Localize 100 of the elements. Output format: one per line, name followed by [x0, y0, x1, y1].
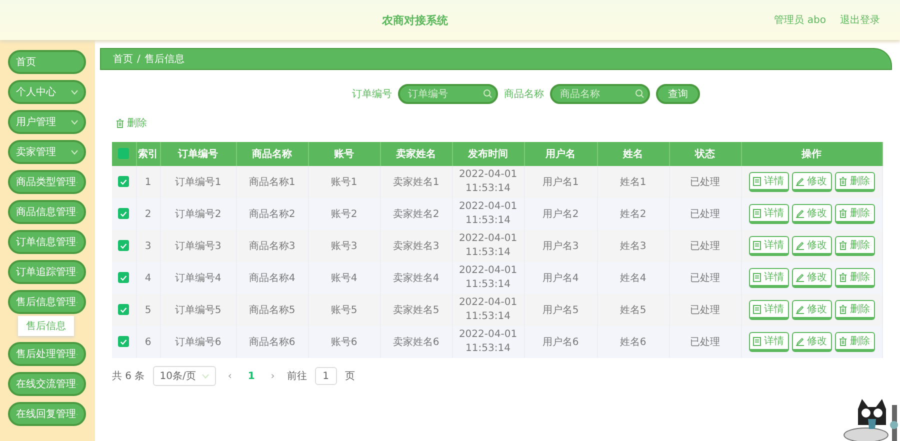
sidebar-menu-item[interactable]: 在线交流管理 — [8, 372, 86, 396]
sidebar-menu-item[interactable]: 售后信息管理 — [8, 290, 86, 314]
edit-button[interactable]: 修改 — [792, 300, 832, 320]
sidebar-menu-item[interactable]: 商品信息管理 — [8, 200, 86, 224]
pencil-icon — [796, 304, 804, 314]
detail-button[interactable]: 详情 — [748, 204, 788, 224]
chevron-down-icon — [202, 374, 209, 378]
breadcrumb-item: 首页 — [113, 53, 133, 66]
search-field[interactable]: 订单编号 — [398, 84, 498, 104]
app-title: 农商对接系统 — [381, 12, 450, 28]
column-header: 姓名 — [597, 142, 669, 166]
table-cell: 2022-04-01 11:53:14 — [452, 198, 524, 230]
delete-button[interactable]: 删除 — [834, 332, 874, 352]
row-checkbox[interactable] — [118, 240, 130, 252]
query-button[interactable]: 查询 — [656, 84, 700, 104]
prev-page-button[interactable]: ‹ — [224, 370, 236, 382]
sidebar-menu-item[interactable]: 在线回复管理 — [8, 402, 86, 426]
document-icon — [753, 176, 761, 186]
delete-button[interactable]: 删除 — [834, 300, 874, 320]
page-number[interactable]: 1 — [244, 370, 259, 382]
sidebar-menu-item[interactable]: 个人中心 — [8, 80, 86, 104]
table-cell: 用户名4 — [524, 262, 597, 294]
delete-button[interactable]: 删除 — [834, 268, 874, 288]
trash-icon — [839, 272, 847, 282]
column-header: 索引 — [136, 142, 160, 166]
edit-button[interactable]: 修改 — [792, 268, 832, 288]
table-cell: 6 — [136, 326, 160, 358]
table-cell: 商品名称3 — [236, 230, 308, 262]
document-icon — [753, 336, 761, 346]
column-header: 操作 — [741, 142, 882, 166]
chevron-down-icon — [71, 90, 78, 94]
goto-page-field[interactable]: 1 — [314, 367, 337, 385]
goto-label: 前往 — [286, 370, 307, 383]
trash-icon — [839, 208, 847, 218]
row-checkbox[interactable] — [118, 304, 130, 316]
delete-button[interactable]: 删除 — [834, 172, 874, 192]
table-cell: 姓名2 — [597, 198, 669, 230]
column-header: 状态 — [669, 142, 741, 166]
table-cell: 姓名6 — [597, 326, 669, 358]
detail-button[interactable]: 详情 — [748, 172, 788, 192]
table-cell: 商品名称4 — [236, 262, 308, 294]
table-cell: 已处理 — [669, 166, 741, 198]
table-cell: 订单编号1 — [160, 166, 236, 198]
edit-button[interactable]: 修改 — [792, 236, 832, 256]
table-cell: 订单编号3 — [160, 230, 236, 262]
table-cell: 2022-04-01 11:53:14 — [452, 326, 524, 358]
table-cell: 用户名6 — [524, 326, 597, 358]
table-cell: 卖家姓名5 — [380, 294, 452, 326]
delete-button[interactable]: 删除 — [834, 204, 874, 224]
total-count: 共 6 条 — [112, 370, 145, 383]
table-cell: 姓名1 — [597, 166, 669, 198]
page-size-select[interactable]: 10条/页 — [152, 366, 216, 386]
next-page-button[interactable]: › — [266, 370, 279, 382]
table-cell: 2022-04-01 11:53:14 — [452, 230, 524, 262]
sidebar-menu-item[interactable]: 订单信息管理 — [8, 230, 86, 254]
row-checkbox[interactable] — [118, 336, 130, 348]
sidebar-menu-item[interactable]: 卖家管理 — [8, 140, 86, 164]
sidebar-menu-item[interactable]: 用户管理 — [8, 110, 86, 134]
document-icon — [753, 240, 761, 250]
chevron-down-icon — [71, 150, 78, 154]
pencil-icon — [796, 240, 804, 250]
select-all-checkbox[interactable] — [118, 148, 130, 160]
sidebar-menu-item[interactable]: 订单追踪管理 — [8, 260, 86, 284]
breadcrumb-item: 售后信息 — [144, 52, 184, 66]
row-checkbox[interactable] — [118, 272, 130, 284]
table-cell: 商品名称1 — [236, 166, 308, 198]
row-checkbox[interactable] — [118, 208, 130, 220]
table-cell: 2022-04-01 11:53:14 — [452, 262, 524, 294]
search-field[interactable]: 商品名称 — [550, 84, 650, 104]
table-cell: 订单编号5 — [160, 294, 236, 326]
delete-button[interactable]: 删除 — [834, 236, 874, 256]
detail-button[interactable]: 详情 — [748, 300, 788, 320]
row-checkbox[interactable] — [118, 176, 130, 188]
detail-button[interactable]: 详情 — [748, 268, 788, 288]
sidebar-menu-item[interactable]: 商品类型管理 — [8, 170, 86, 194]
column-header: 订单编号 — [160, 142, 236, 166]
trash-icon — [839, 176, 847, 186]
document-icon — [753, 272, 761, 282]
table-cell: 5 — [136, 294, 160, 326]
edit-button[interactable]: 修改 — [792, 332, 832, 352]
table-cell: 2022-04-01 11:53:14 — [452, 166, 524, 198]
table-cell: 已处理 — [669, 326, 741, 358]
edit-button[interactable]: 修改 — [792, 172, 832, 192]
table-cell: 用户名5 — [524, 294, 597, 326]
logout-link[interactable]: 退出登录 — [840, 13, 880, 27]
table-cell: 商品名称2 — [236, 198, 308, 230]
detail-button[interactable]: 详情 — [748, 332, 788, 352]
trash-icon — [839, 240, 847, 250]
table-cell: 账号3 — [308, 230, 380, 262]
detail-button[interactable]: 详情 — [748, 236, 788, 256]
pencil-icon — [796, 208, 804, 218]
delete-link[interactable]: 删除 — [116, 116, 147, 130]
sidebar-submenu-item[interactable]: 售后信息 — [18, 316, 74, 336]
sidebar-menu-item[interactable]: 首页 — [8, 50, 86, 74]
edit-button[interactable]: 修改 — [792, 204, 832, 224]
column-header: 商品名称 — [236, 142, 308, 166]
sidebar-menu-item[interactable]: 售后处理管理 — [8, 342, 86, 366]
table-cell: 商品名称5 — [236, 294, 308, 326]
column-header: 发布时间 — [452, 142, 524, 166]
admin-user-label: 管理员 abo — [774, 14, 826, 27]
